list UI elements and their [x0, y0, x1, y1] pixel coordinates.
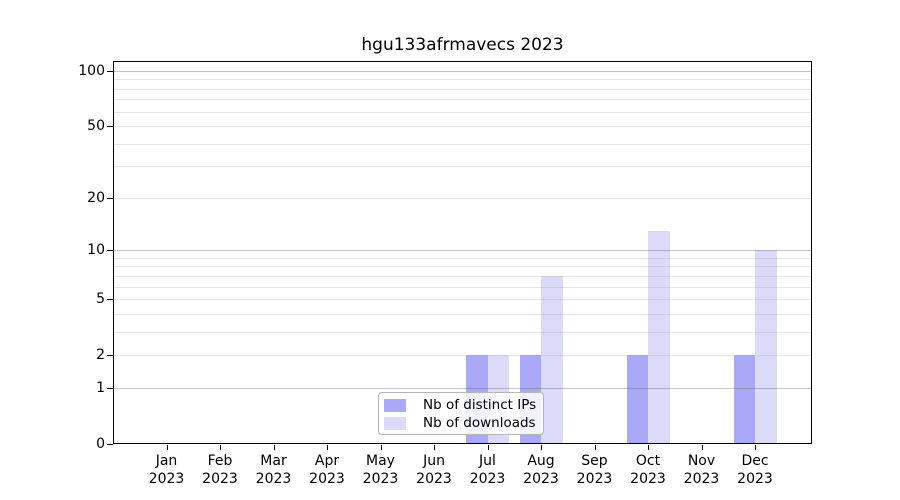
x-tick-mar [274, 445, 275, 450]
gridline-major-1 [114, 388, 811, 389]
x-tick-aug [541, 445, 542, 450]
gridline-minor-50 [114, 126, 811, 127]
x-tick-label-sep: Sep2023 [563, 452, 627, 488]
gridline-minor-90 [114, 79, 811, 80]
x-tick-month: Jul [456, 452, 520, 470]
legend-label-downloads: Nb of downloads [423, 415, 536, 432]
y-tick-label-1: 1 [35, 380, 105, 396]
gridline-minor-3 [114, 332, 811, 333]
y-tick-20 [107, 198, 113, 199]
gridline-minor-60 [114, 112, 811, 113]
gridline-minor-20 [114, 198, 811, 199]
x-tick-month: Oct [616, 452, 680, 470]
gridline-minor-8 [114, 266, 811, 267]
x-tick-label-jan: Jan2023 [135, 452, 199, 488]
y-tick-0 [107, 444, 113, 445]
x-tick-nov [702, 445, 703, 450]
legend-item-downloads: Nb of downloads [384, 415, 543, 432]
y-tick-2 [107, 355, 113, 356]
x-tick-month: Dec [723, 452, 787, 470]
x-tick-jan [167, 445, 168, 450]
gridline-minor-5 [114, 299, 811, 300]
x-tick-label-feb: Feb2023 [188, 452, 252, 488]
y-tick-100 [107, 71, 113, 72]
y-tick-label-50: 50 [35, 118, 105, 134]
gridline-minor-6 [114, 287, 811, 288]
x-tick-month: May [349, 452, 413, 470]
x-tick-year: 2023 [670, 470, 734, 488]
x-tick-dec [755, 445, 756, 450]
x-tick-may [381, 445, 382, 450]
y-tick-label-100: 100 [35, 63, 105, 79]
gridline-minor-80 [114, 89, 811, 90]
gridline-minor-9 [114, 258, 811, 259]
x-tick-year: 2023 [563, 470, 627, 488]
y-tick-50 [107, 126, 113, 127]
bar-nb-of-downloads-oct [648, 231, 670, 444]
x-tick-month: Aug [509, 452, 573, 470]
x-tick-month: Feb [188, 452, 252, 470]
x-tick-label-oct: Oct2023 [616, 452, 680, 488]
plot-area [113, 61, 812, 444]
gridline-minor-4 [114, 314, 811, 315]
chart-title: hgu133afrmavecs 2023 [113, 35, 812, 55]
legend: Nb of distinct IPs Nb of downloads [378, 392, 544, 435]
legend-swatch-distinct-ips [384, 399, 406, 412]
x-tick-year: 2023 [188, 470, 252, 488]
x-tick-label-may: May2023 [349, 452, 413, 488]
x-tick-jun [434, 445, 435, 450]
y-tick-label-20: 20 [35, 190, 105, 206]
bar-nb-of-distinct-ips-dec [734, 355, 756, 444]
x-tick-label-dec: Dec2023 [723, 452, 787, 488]
gridline-minor-70 [114, 99, 811, 100]
x-tick-feb [220, 445, 221, 450]
x-tick-label-apr: Apr2023 [295, 452, 359, 488]
y-tick-label-5: 5 [35, 291, 105, 307]
chart-figure: hgu133afrmavecs 2023 0125102050100Jan202… [0, 0, 900, 500]
y-tick-label-10: 10 [35, 242, 105, 258]
gridline-major-100 [114, 71, 811, 72]
x-tick-month: Mar [242, 452, 306, 470]
bar-nb-of-downloads-aug [541, 276, 563, 444]
x-tick-apr [327, 445, 328, 450]
x-tick-sep [595, 445, 596, 450]
x-tick-label-jul: Jul2023 [456, 452, 520, 488]
x-tick-month: Apr [295, 452, 359, 470]
x-tick-month: Jun [402, 452, 466, 470]
legend-label-distinct-ips: Nb of distinct IPs [423, 397, 536, 414]
y-tick-10 [107, 250, 113, 251]
x-tick-oct [648, 445, 649, 450]
x-tick-label-jun: Jun2023 [402, 452, 466, 488]
bar-nb-of-distinct-ips-oct [627, 355, 649, 444]
bar-nb-of-downloads-dec [755, 250, 777, 444]
y-tick-label-2: 2 [35, 347, 105, 363]
x-tick-label-nov: Nov2023 [670, 452, 734, 488]
x-tick-year: 2023 [135, 470, 199, 488]
x-tick-year: 2023 [402, 470, 466, 488]
x-tick-year: 2023 [723, 470, 787, 488]
x-tick-label-aug: Aug2023 [509, 452, 573, 488]
x-tick-year: 2023 [295, 470, 359, 488]
gridline-minor-7 [114, 276, 811, 277]
x-tick-month: Jan [135, 452, 199, 470]
x-tick-jul [488, 445, 489, 450]
legend-item-distinct-ips: Nb of distinct IPs [384, 397, 543, 414]
gridline-major-10 [114, 250, 811, 251]
x-tick-year: 2023 [242, 470, 306, 488]
x-tick-month: Nov [670, 452, 734, 470]
x-tick-year: 2023 [616, 470, 680, 488]
legend-swatch-downloads [384, 417, 406, 430]
x-tick-year: 2023 [456, 470, 520, 488]
y-tick-5 [107, 299, 113, 300]
y-tick-label-0: 0 [35, 436, 105, 452]
x-tick-year: 2023 [509, 470, 573, 488]
gridline-minor-30 [114, 166, 811, 167]
x-tick-month: Sep [563, 452, 627, 470]
x-tick-label-mar: Mar2023 [242, 452, 306, 488]
x-tick-year: 2023 [349, 470, 413, 488]
gridline-minor-40 [114, 144, 811, 145]
y-tick-1 [107, 388, 113, 389]
gridline-minor-2 [114, 355, 811, 356]
